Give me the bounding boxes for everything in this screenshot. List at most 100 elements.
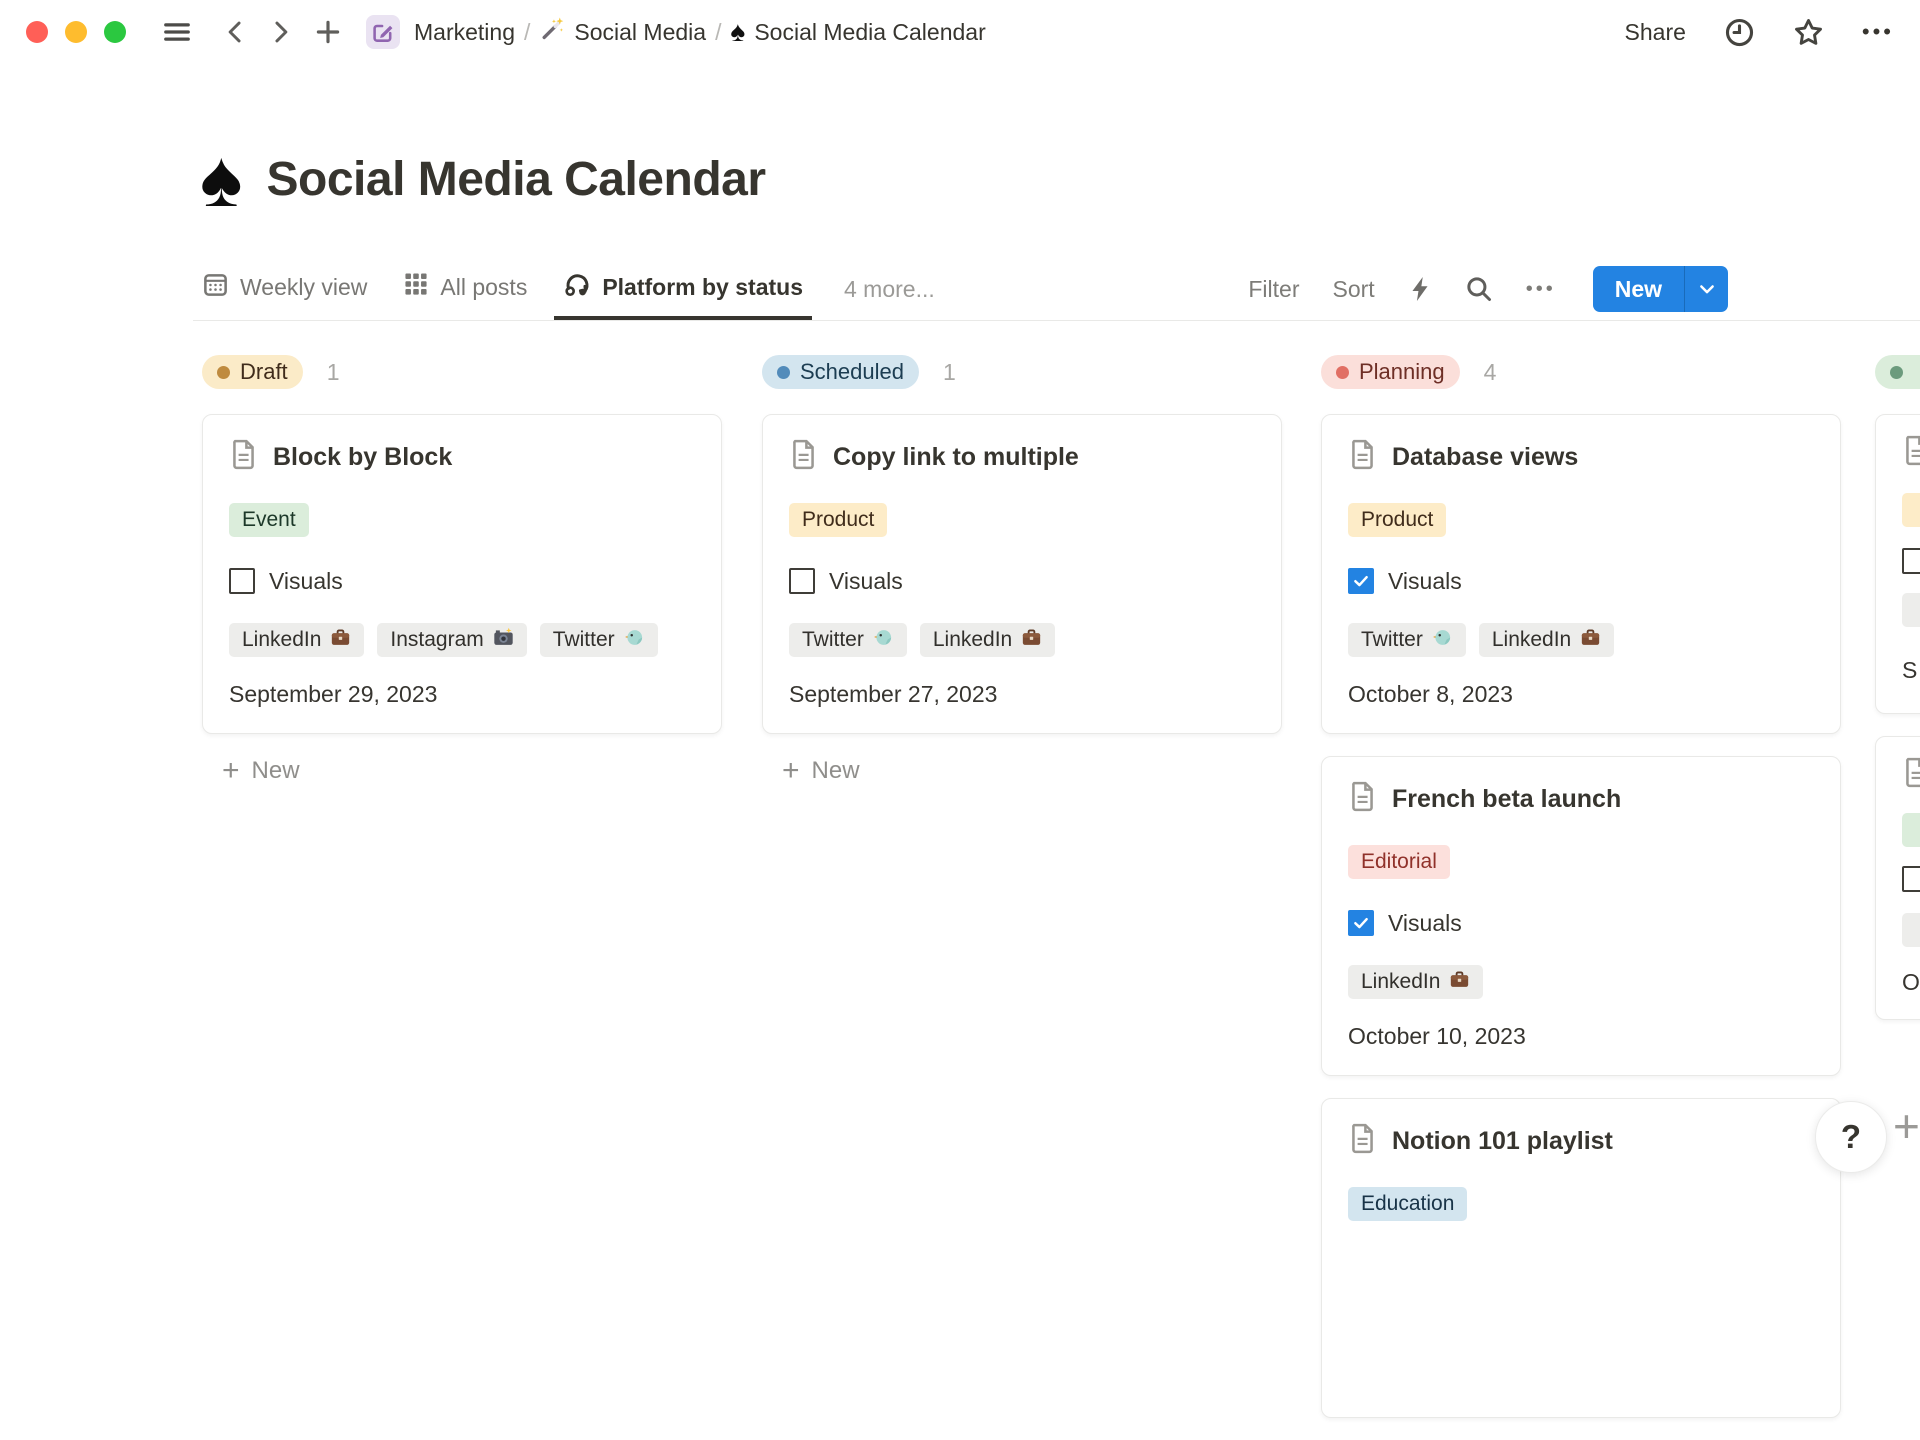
new-button-label[interactable]: New bbox=[1593, 266, 1684, 312]
status-dot-icon bbox=[1890, 366, 1903, 379]
platform-tag-linkedin: LinkedIn bbox=[920, 623, 1055, 657]
view-options-icon[interactable]: ••• bbox=[1526, 278, 1556, 301]
platform-tag bbox=[1902, 913, 1920, 947]
category-tag bbox=[1902, 813, 1920, 847]
board-column-draft: Draft 1 Block by Block Event Visuals Lin… bbox=[202, 355, 722, 786]
status-label: Planning bbox=[1359, 359, 1445, 385]
status-badge bbox=[1875, 355, 1920, 389]
checkbox-unchecked[interactable] bbox=[1902, 866, 1920, 892]
card-date: S bbox=[1902, 657, 1920, 684]
platform-tag-twitter: Twitter bbox=[1348, 623, 1466, 657]
category-tag: Education bbox=[1348, 1187, 1467, 1221]
category-tag bbox=[1902, 493, 1920, 527]
zoom-window-button[interactable] bbox=[104, 21, 126, 43]
add-card-label: New bbox=[252, 757, 300, 785]
more-views-button[interactable]: 4 more... bbox=[844, 276, 935, 303]
calendar-icon bbox=[202, 271, 229, 304]
sidebar-toggle-icon[interactable] bbox=[162, 17, 192, 47]
card-partial[interactable]: O bbox=[1875, 736, 1920, 1020]
add-card-button[interactable]: + New bbox=[222, 756, 722, 786]
card-title: Copy link to multiple bbox=[833, 443, 1079, 472]
checkbox-unchecked[interactable] bbox=[229, 568, 255, 594]
platform-tag-twitter: Twitter bbox=[789, 623, 907, 657]
card-date: September 29, 2023 bbox=[229, 681, 695, 708]
status-dot-icon bbox=[1336, 366, 1349, 379]
column-header[interactable]: Scheduled 1 bbox=[762, 355, 1282, 389]
updates-clock-icon[interactable] bbox=[1724, 17, 1755, 48]
column-header[interactable]: Planning 4 bbox=[1321, 355, 1841, 389]
minimize-window-button[interactable] bbox=[65, 21, 87, 43]
card-partial[interactable]: S bbox=[1875, 414, 1920, 714]
status-label: Draft bbox=[240, 359, 288, 385]
share-button[interactable]: Share bbox=[1625, 19, 1686, 46]
tab-all-posts[interactable]: All posts bbox=[394, 258, 536, 320]
page-icon bbox=[789, 438, 818, 476]
status-dot-icon bbox=[777, 366, 790, 379]
page-icon bbox=[1348, 780, 1377, 818]
new-page-icon[interactable] bbox=[314, 18, 342, 46]
briefcase-icon bbox=[330, 627, 351, 654]
card-copy-link-to-multiple[interactable]: Copy link to multiple Product Visuals Tw… bbox=[762, 414, 1282, 734]
breadcrumb-item-social-media[interactable]: Social Media bbox=[539, 16, 706, 48]
page-spade-icon: ♠ bbox=[200, 136, 243, 222]
camera-icon bbox=[493, 627, 514, 654]
sort-button[interactable]: Sort bbox=[1333, 276, 1375, 303]
add-card-label: New bbox=[812, 757, 860, 785]
more-options-icon[interactable]: ••• bbox=[1862, 19, 1894, 45]
help-button[interactable]: ? bbox=[1815, 1101, 1887, 1173]
bird-icon bbox=[1432, 627, 1453, 654]
column-header[interactable] bbox=[1875, 355, 1920, 389]
favorite-star-icon[interactable] bbox=[1793, 17, 1824, 48]
card-date: October 8, 2023 bbox=[1348, 681, 1814, 708]
tab-weekly-view[interactable]: Weekly view bbox=[193, 258, 376, 320]
page-icon bbox=[229, 438, 258, 476]
checkbox-unchecked[interactable] bbox=[1902, 548, 1920, 574]
new-button-dropdown[interactable] bbox=[1684, 266, 1728, 312]
column-header[interactable]: Draft 1 bbox=[202, 355, 722, 389]
automation-bolt-icon[interactable] bbox=[1408, 275, 1432, 303]
search-icon[interactable] bbox=[1465, 275, 1493, 303]
page-icon bbox=[1902, 434, 1920, 472]
page-icon bbox=[1348, 1122, 1377, 1160]
card-title: French beta launch bbox=[1392, 785, 1621, 814]
filter-button[interactable]: Filter bbox=[1248, 276, 1299, 303]
status-badge: Draft bbox=[202, 355, 303, 389]
window-topbar: Marketing / Social Media / ♠ Social Medi… bbox=[0, 0, 1920, 64]
checkbox-checked[interactable] bbox=[1348, 910, 1374, 936]
card-block-by-block[interactable]: Block by Block Event Visuals LinkedIn In… bbox=[202, 414, 722, 734]
category-tag: Event bbox=[229, 503, 309, 537]
bird-icon bbox=[873, 627, 894, 654]
checkbox-label: Visuals bbox=[829, 568, 903, 595]
back-icon[interactable] bbox=[222, 19, 248, 45]
spade-icon: ♠ bbox=[730, 18, 745, 46]
tab-label: Platform by status bbox=[602, 274, 803, 301]
checkbox-label: Visuals bbox=[1388, 568, 1462, 595]
compose-icon bbox=[366, 15, 400, 49]
magic-wand-icon bbox=[539, 16, 565, 48]
status-dot-icon bbox=[217, 366, 230, 379]
breadcrumb-label: Social Media Calendar bbox=[754, 19, 985, 46]
column-count: 1 bbox=[327, 359, 340, 386]
card-french-beta-launch[interactable]: French beta launch Editorial Visuals Lin… bbox=[1321, 756, 1841, 1076]
breadcrumb-label: Social Media bbox=[574, 19, 706, 46]
breadcrumb-item-marketing[interactable]: Marketing bbox=[414, 19, 515, 46]
new-button[interactable]: New bbox=[1593, 266, 1728, 312]
add-column-plus-icon[interactable]: + bbox=[1893, 1103, 1920, 1149]
breadcrumb: Marketing / Social Media / ♠ Social Medi… bbox=[414, 16, 986, 48]
views-toolbar: Weekly view All posts Platform by status… bbox=[193, 258, 1920, 321]
card-title: Block by Block bbox=[273, 443, 452, 472]
card-database-views[interactable]: Database views Product Visuals Twitter L… bbox=[1321, 414, 1841, 734]
category-tag: Product bbox=[1348, 503, 1446, 537]
card-date: October 10, 2023 bbox=[1348, 1023, 1814, 1050]
card-notion-101-playlist[interactable]: Notion 101 playlist Education bbox=[1321, 1098, 1841, 1418]
status-label: Scheduled bbox=[800, 359, 904, 385]
tab-platform-by-status[interactable]: Platform by status bbox=[554, 258, 812, 320]
checkbox-checked[interactable] bbox=[1348, 568, 1374, 594]
column-count: 1 bbox=[943, 359, 956, 386]
breadcrumb-item-social-media-calendar[interactable]: ♠ Social Media Calendar bbox=[730, 18, 985, 46]
forward-icon[interactable] bbox=[268, 19, 294, 45]
checkbox-unchecked[interactable] bbox=[789, 568, 815, 594]
tab-label: All posts bbox=[440, 274, 527, 301]
add-card-button[interactable]: + New bbox=[782, 756, 1282, 786]
close-window-button[interactable] bbox=[26, 21, 48, 43]
